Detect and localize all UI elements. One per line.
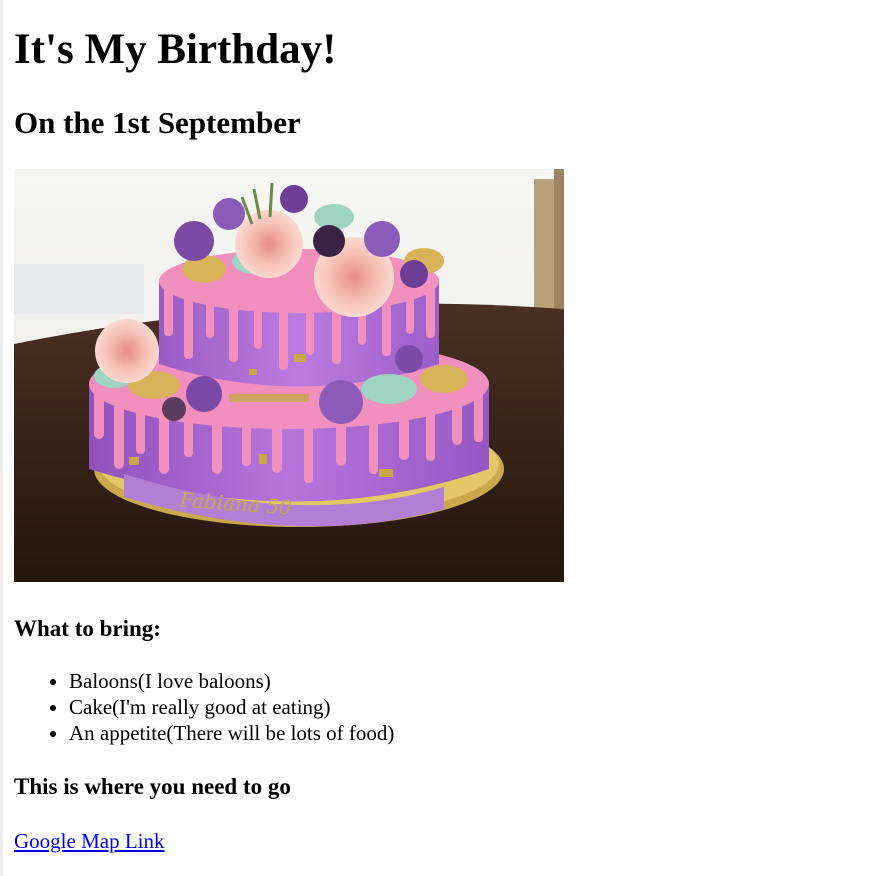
bring-list: Baloons(I love baloons) Cake(I'm really …	[14, 668, 394, 746]
list-item: Baloons(I love baloons)	[69, 668, 394, 694]
window-light	[14, 264, 144, 314]
list-item: An appetite(There will be lots of food)	[69, 720, 394, 746]
page-title: It's My Birthday!	[14, 26, 337, 73]
location-heading: This is where you need to go	[14, 774, 291, 799]
list-item: Cake(I'm really good at eating)	[69, 694, 394, 720]
birthday-cake-image: Fabiana 50	[14, 169, 564, 582]
what-to-bring-heading: What to bring:	[14, 616, 161, 641]
page-left-border	[0, 0, 3, 876]
page-subtitle: On the 1st September	[14, 105, 301, 140]
google-map-link[interactable]: Google Map Link	[14, 828, 164, 854]
gold-band	[229, 394, 309, 402]
